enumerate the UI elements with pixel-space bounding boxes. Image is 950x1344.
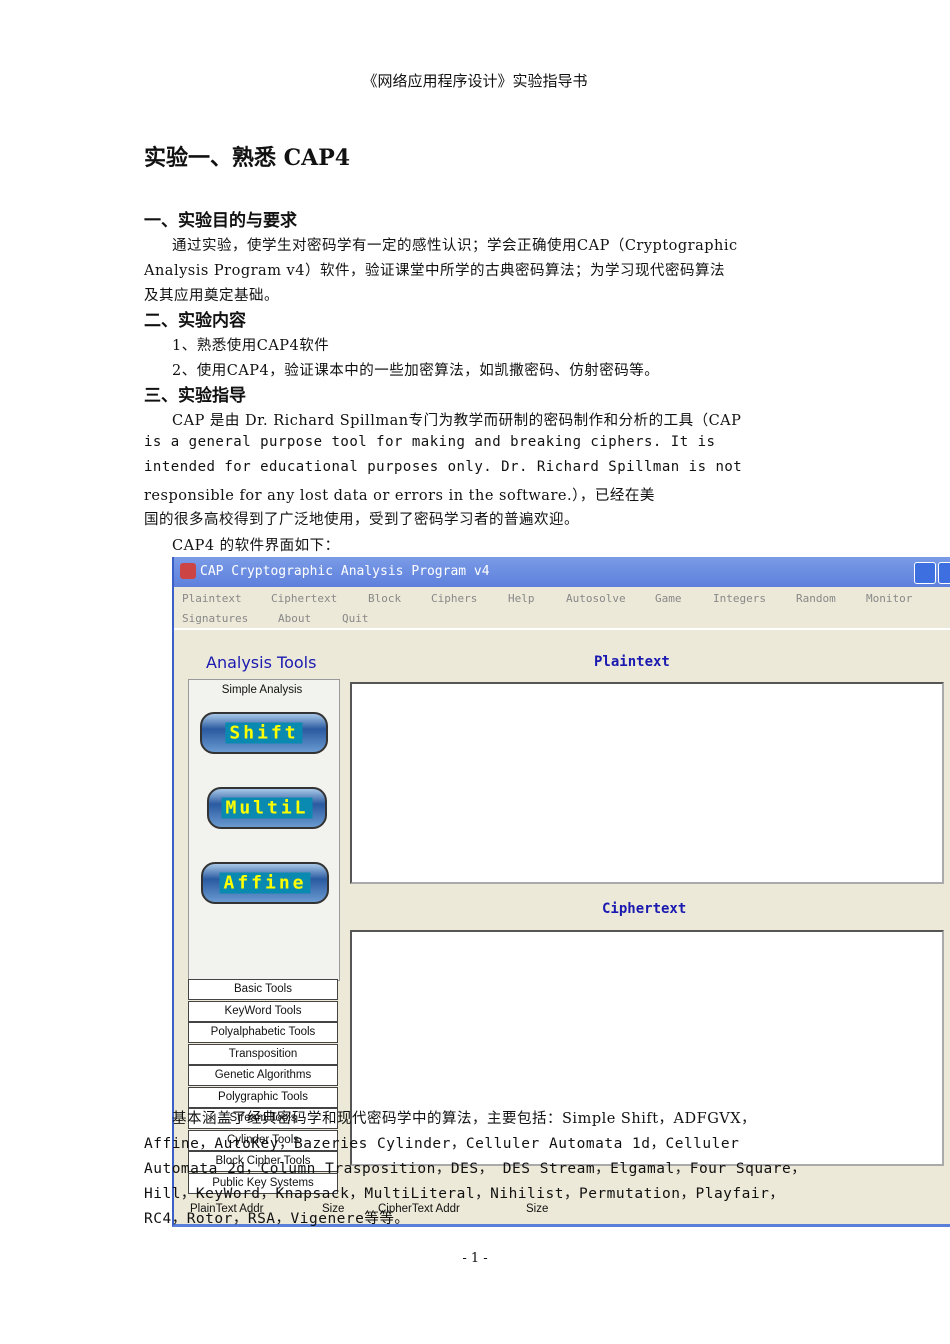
menu-about[interactable]: About xyxy=(278,612,311,625)
plaintext-label: Plaintext xyxy=(594,654,670,670)
menu-monitor[interactable]: Monitor xyxy=(866,592,912,605)
heading-content: 二、实验内容 xyxy=(144,311,246,331)
menu-ciphertext[interactable]: Ciphertext xyxy=(271,592,337,605)
app-icon xyxy=(180,563,196,579)
plaintext-area[interactable] xyxy=(350,682,944,884)
menu-block[interactable]: Block xyxy=(368,592,401,605)
ciphertext-label: Ciphertext xyxy=(602,901,687,917)
window-title: CAP Cryptographic Analysis Program v4 xyxy=(200,564,490,579)
paragraph-line: Analysis Program v4）软件，验证课堂中所学的古典密码算法；为学… xyxy=(144,263,725,279)
paragraph-line: RC4，Rotor，RSA，Vigenere等等。 xyxy=(144,1211,410,1227)
title-bar: CAP Cryptographic Analysis Program v4 xyxy=(174,557,950,587)
tool-category-button[interactable]: Polygraphic Tools xyxy=(188,1086,338,1108)
menu-plaintext[interactable]: Plaintext xyxy=(182,592,242,605)
paragraph-line: CAP 是由 Dr. Richard Spillman专门为教学而研制的密码制作… xyxy=(172,413,742,429)
page-number: - 1 - xyxy=(462,1251,488,1266)
paragraph-line: Hill，KeyWord，Knapsack，MultiLiteral，Nihil… xyxy=(144,1186,785,1202)
paragraph-line: 通过实验，使学生对密码学有一定的感性认识；学会正确使用CAP（Cryptogra… xyxy=(172,238,738,254)
minimize-button[interactable] xyxy=(914,562,936,584)
list-item: 2、使用CAP4，验证课本中的一些加密算法，如凯撒密码、仿射密码等。 xyxy=(172,363,660,379)
menu-ciphers[interactable]: Ciphers xyxy=(431,592,477,605)
affine-button[interactable]: Affine xyxy=(201,862,329,904)
multil-button[interactable]: MultiL xyxy=(207,787,327,829)
list-item: 1、熟悉使用CAP4软件 xyxy=(172,338,330,354)
heading-purpose: 一、实验目的与要求 xyxy=(144,211,297,231)
paragraph-line: 及其应用奠定基础。 xyxy=(144,288,279,304)
paragraph-line: intended for educational purposes only. … xyxy=(144,459,743,475)
shift-button[interactable]: Shift xyxy=(200,712,328,754)
heading-guide: 三、实验指导 xyxy=(144,386,246,406)
menu-bar: Plaintext Ciphertext Block Ciphers Help … xyxy=(174,587,950,630)
ciphertext-area[interactable] xyxy=(350,930,944,1166)
tool-category-button[interactable]: Transposition xyxy=(188,1043,338,1065)
tool-category-button[interactable]: KeyWord Tools xyxy=(188,1000,338,1022)
paragraph-line: Affine，AutoKey，Bazeries Cylinder，Cellule… xyxy=(144,1136,740,1152)
paragraph-line: 基本涵盖了经典密码学和现代密码学中的算法，主要包括：Simple Shift，A… xyxy=(172,1111,757,1127)
menu-integers[interactable]: Integers xyxy=(713,592,766,605)
paragraph-line: is a general purpose tool for making and… xyxy=(144,434,716,450)
paragraph-line: responsible for any lost data or errors … xyxy=(144,488,655,504)
menu-signatures[interactable]: Signatures xyxy=(182,612,248,625)
menu-help[interactable]: Help xyxy=(508,592,535,605)
running-header: 《网络应用程序设计》实验指导书 xyxy=(362,72,588,90)
tool-category-button[interactable]: Polyalphabetic Tools xyxy=(188,1022,338,1043)
document-page: 《网络应用程序设计》实验指导书 实验一、熟悉 CAP4 一、实验目的与要求 通过… xyxy=(0,0,950,1344)
menu-quit[interactable]: Quit xyxy=(342,612,369,625)
analysis-tools-label: Analysis Tools xyxy=(206,653,317,672)
tool-category-button[interactable]: Genetic Algorithms xyxy=(188,1065,338,1086)
menu-autosolve[interactable]: Autosolve xyxy=(566,592,626,605)
menu-random[interactable]: Random xyxy=(796,592,836,605)
ciphertext-size-label: Size xyxy=(526,1203,549,1215)
maximize-button[interactable] xyxy=(938,562,950,584)
simple-analysis-tab[interactable]: Simple Analysis xyxy=(188,681,336,700)
paragraph-line: Automata 2d，Column Trasposition，DES， DES… xyxy=(144,1161,807,1177)
paragraph-line: CAP4 的软件界面如下： xyxy=(172,538,340,554)
paragraph-line: 国的很多高校得到了广泛地使用，受到了密码学习者的普遍欢迎。 xyxy=(144,512,579,528)
menu-game[interactable]: Game xyxy=(655,592,682,605)
tool-category-button[interactable]: Basic Tools xyxy=(188,979,338,1000)
doc-title: 实验一、熟悉 CAP4 xyxy=(144,145,351,171)
